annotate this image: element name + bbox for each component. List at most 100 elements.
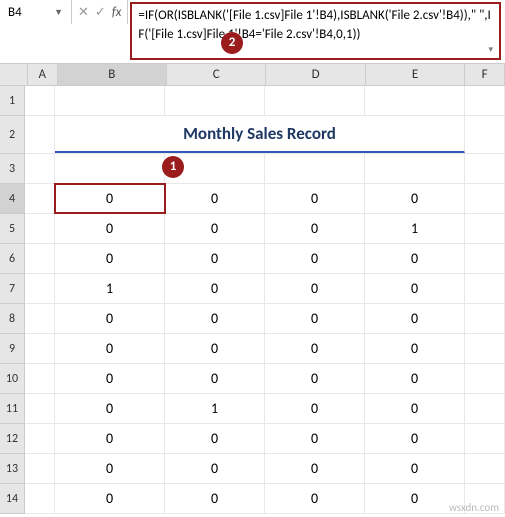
cell[interactable]: 0 (365, 244, 465, 273)
cell[interactable]: 0 (365, 184, 465, 213)
cell[interactable] (25, 454, 55, 483)
col-header-c[interactable]: C (167, 64, 266, 85)
cell[interactable]: 0 (265, 304, 365, 333)
cell[interactable] (25, 394, 55, 423)
cell[interactable]: 0 (55, 424, 165, 453)
cell[interactable]: 0 (55, 214, 165, 243)
name-box[interactable]: B4 ▼ (0, 0, 72, 24)
cell[interactable] (465, 116, 505, 153)
cell[interactable]: 0 (55, 484, 165, 513)
cell[interactable]: 0 (265, 214, 365, 243)
cell[interactable] (25, 364, 55, 393)
cell[interactable]: 0 (55, 244, 165, 273)
select-all-corner[interactable] (0, 64, 28, 86)
cell[interactable]: 0 (265, 484, 365, 513)
expand-icon[interactable]: ▾ (488, 43, 493, 56)
chevron-down-icon[interactable]: ▼ (54, 7, 63, 18)
cancel-icon[interactable]: ✕ (78, 5, 89, 20)
cell[interactable] (165, 86, 265, 115)
cell[interactable]: 0 (365, 424, 465, 453)
cell[interactable]: 0 (265, 244, 365, 273)
cell[interactable]: 0 (165, 364, 265, 393)
row-header[interactable]: 12 (0, 424, 25, 454)
cell[interactable]: 0 (165, 424, 265, 453)
cell[interactable]: 0 (365, 454, 465, 483)
cell[interactable]: 0 (265, 274, 365, 303)
cell[interactable]: 0 (265, 424, 365, 453)
cell[interactable] (465, 334, 505, 363)
cell[interactable] (465, 364, 505, 393)
row-header[interactable]: 9 (0, 334, 25, 364)
selected-cell[interactable]: 0 (55, 184, 165, 213)
row-header[interactable]: 8 (0, 304, 25, 334)
cell[interactable] (465, 304, 505, 333)
cell[interactable] (465, 154, 505, 183)
cell[interactable] (25, 86, 55, 115)
cell[interactable]: 0 (265, 184, 365, 213)
cell[interactable] (55, 154, 165, 183)
fx-icon[interactable]: fx (112, 5, 122, 20)
row-header[interactable]: 10 (0, 364, 25, 394)
enter-icon[interactable]: ✓ (95, 5, 106, 20)
cell[interactable] (25, 184, 55, 213)
row-header[interactable]: 6 (0, 244, 25, 274)
row-header[interactable]: 2 (0, 116, 25, 154)
cell[interactable] (25, 334, 55, 363)
page-title[interactable]: Monthly Sales Record (55, 116, 465, 153)
cell[interactable]: 0 (265, 364, 365, 393)
cell[interactable] (365, 154, 465, 183)
cell[interactable] (265, 86, 365, 115)
cell[interactable]: 0 (365, 274, 465, 303)
cell[interactable] (465, 214, 505, 243)
cell[interactable] (465, 244, 505, 273)
cell[interactable]: 0 (165, 244, 265, 273)
formula-input[interactable]: =IF(OR(ISBLANK('[File 1.csv]File 1'!B4),… (130, 2, 501, 60)
col-header-a[interactable]: A (28, 64, 58, 85)
cell[interactable]: 0 (365, 394, 465, 423)
cell[interactable] (365, 86, 465, 115)
cell[interactable]: 0 (165, 184, 265, 213)
cell[interactable] (265, 154, 365, 183)
cell[interactable] (25, 274, 55, 303)
col-header-d[interactable]: D (266, 64, 365, 85)
cell[interactable] (25, 424, 55, 453)
cell[interactable]: 0 (55, 364, 165, 393)
cell[interactable] (465, 184, 505, 213)
cell[interactable] (465, 274, 505, 303)
col-header-e[interactable]: E (366, 64, 465, 85)
cell[interactable]: 1 (165, 394, 265, 423)
cell[interactable]: 1 (55, 274, 165, 303)
cell[interactable]: 0 (55, 394, 165, 423)
cell[interactable]: 0 (365, 304, 465, 333)
cell[interactable]: 0 (165, 334, 265, 363)
cell[interactable] (25, 116, 55, 153)
cell[interactable] (25, 244, 55, 273)
row-header[interactable]: 4 (0, 184, 25, 214)
cell[interactable]: 0 (365, 334, 465, 363)
cell[interactable] (25, 304, 55, 333)
row-header[interactable]: 13 (0, 454, 25, 484)
cell[interactable]: 0 (55, 304, 165, 333)
cell[interactable]: 0 (55, 454, 165, 483)
cell[interactable]: 0 (55, 334, 165, 363)
cell[interactable] (25, 214, 55, 243)
row-header[interactable]: 1 (0, 86, 25, 116)
row-header[interactable]: 7 (0, 274, 25, 304)
col-header-f[interactable]: F (465, 64, 505, 85)
cell[interactable]: 0 (265, 334, 365, 363)
cell[interactable]: 0 (265, 394, 365, 423)
cell[interactable] (25, 484, 55, 513)
cell[interactable]: 0 (165, 304, 265, 333)
cell[interactable] (465, 86, 505, 115)
row-header[interactable]: 11 (0, 394, 25, 424)
row-header[interactable]: 3 (0, 154, 25, 184)
cell[interactable] (465, 394, 505, 423)
cell[interactable]: 0 (165, 484, 265, 513)
row-header[interactable]: 14 (0, 484, 25, 514)
cell[interactable]: 0 (165, 214, 265, 243)
cell[interactable]: 0 (165, 274, 265, 303)
cell[interactable] (465, 454, 505, 483)
cell[interactable] (25, 154, 55, 183)
col-header-b[interactable]: B (58, 64, 167, 85)
cell[interactable]: 1 (365, 214, 465, 243)
